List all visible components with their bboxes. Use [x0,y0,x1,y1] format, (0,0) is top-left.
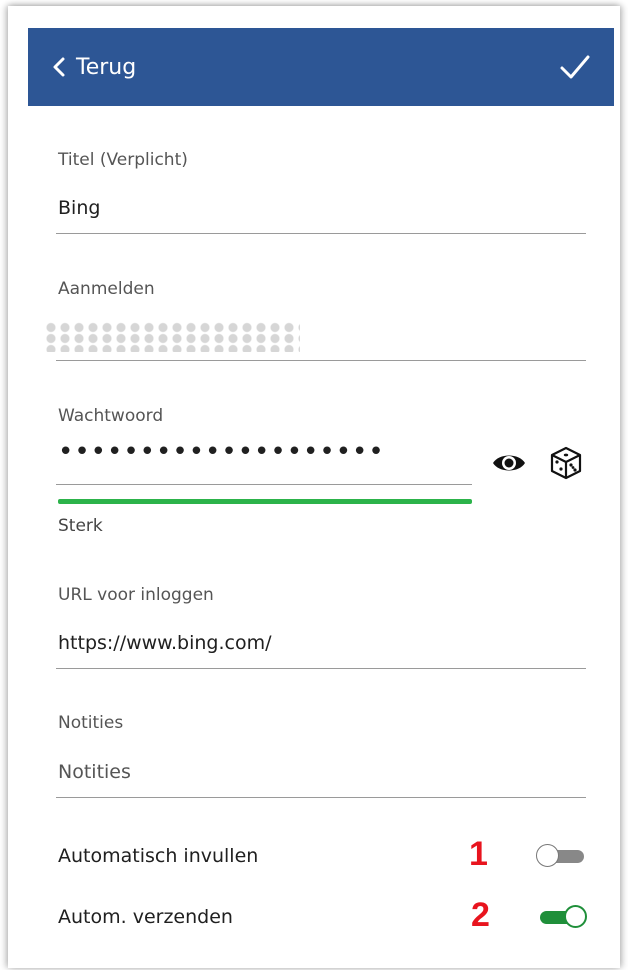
annotation-marker-1: 1 [469,835,488,873]
password-strength-bar [58,499,472,504]
checkmark-icon [558,55,592,88]
autofill-toggle-knob [536,844,559,867]
url-underline [56,668,586,669]
dice-icon [548,446,584,485]
generate-password-button[interactable] [548,445,584,485]
back-button[interactable]: Terug [52,50,136,84]
login-input-redacted[interactable] [44,322,300,352]
autofill-toggle[interactable] [536,843,588,869]
eye-icon [492,455,526,479]
autosubmit-toggle[interactable] [538,904,590,930]
chevron-left-icon [52,56,66,78]
notes-label: Notities [58,713,124,733]
top-bar: Terug [28,28,614,106]
title-input[interactable]: Bing [58,197,100,219]
password-strength-label: Sterk [58,516,103,536]
password-label: Wachtwoord [58,406,164,426]
show-password-button[interactable] [492,451,526,479]
login-underline [56,360,586,361]
url-input[interactable]: https://www.bing.com/ [58,632,271,654]
url-label: URL voor inloggen [58,585,214,605]
notes-underline [56,797,586,798]
password-input[interactable]: •••••••••••••••••••• [58,437,385,467]
title-underline [56,233,586,234]
back-label: Terug [76,54,137,80]
annotation-marker-2: 2 [471,896,490,934]
login-label: Aanmelden [58,279,155,299]
autosubmit-label: Autom. verzenden [58,906,233,928]
title-label: Titel (Verplicht) [58,150,188,170]
autofill-label: Automatisch invullen [58,845,259,867]
autosubmit-toggle-knob [564,905,587,928]
password-underline [56,484,472,485]
notes-input[interactable]: Notities [58,761,131,783]
save-button[interactable] [558,50,592,84]
